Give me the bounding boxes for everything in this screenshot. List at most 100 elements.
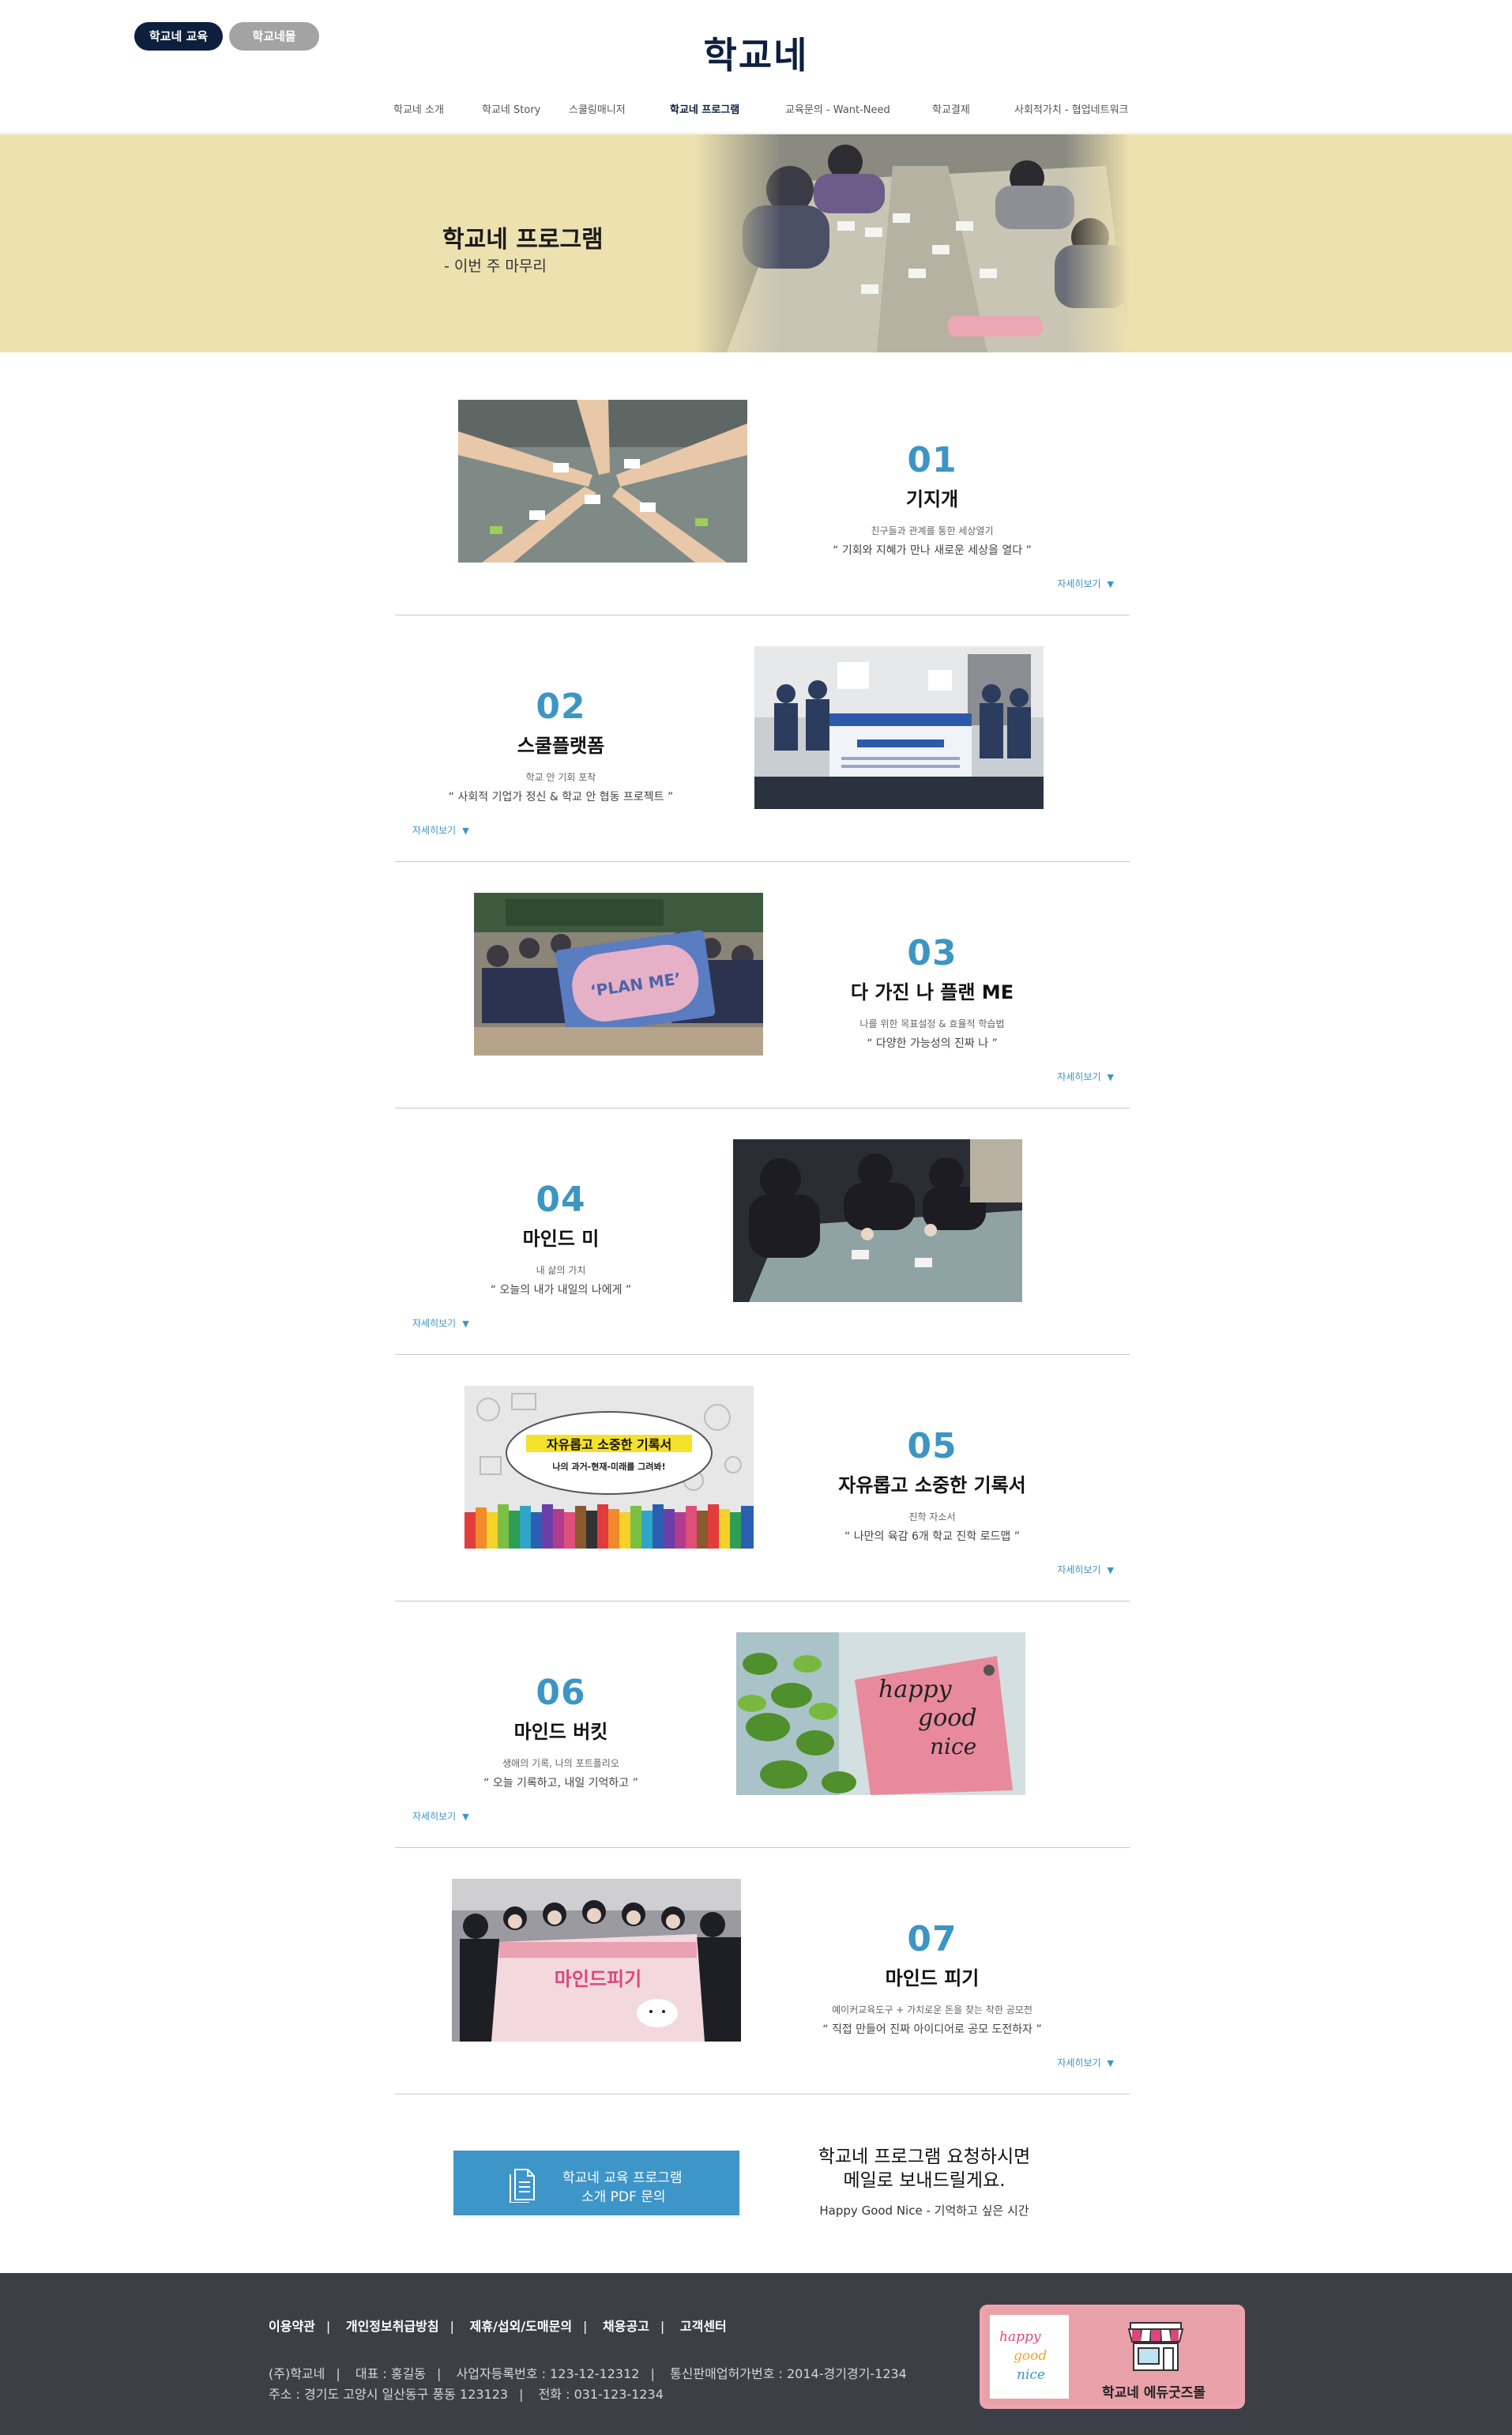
pdf-button-line1: 학교네 교육 프로그램 — [562, 2170, 683, 2186]
footer-link-partnership[interactable]: 제휴/섭외/도매문의 — [470, 2319, 572, 2334]
nav-story[interactable]: 학교네 Story — [482, 101, 540, 116]
more-link-04[interactable]: 자세히보기 ▼ — [412, 1316, 469, 1330]
program-quote: “ 기회와 지혜가 만나 새로운 세상을 열다 ” — [833, 544, 1032, 557]
footer-separator: | — [325, 2319, 331, 2334]
program-name: 다 가진 나 플랜 ME — [850, 981, 1014, 1003]
record-book-title: 자유롭고 소중한 기록서 — [547, 1437, 671, 1452]
footer-separator: | — [583, 2319, 588, 2334]
more-link-label: 자세히보기 — [1057, 2057, 1101, 2068]
program-desc: 나를 위한 목표설정 & 효율적 학습법 — [859, 1018, 1005, 1029]
cta-line2: 메일로 보내드릴게요. — [843, 2170, 1006, 2191]
company-ceo: 대표 : 홍길동 — [355, 2366, 427, 2381]
main-nav: 학교네 소개 학교네 Story 스쿨링매니저 학교네 프로그램 교육문의 - … — [0, 101, 1512, 117]
program-desc: 생애의 기록, 나의 포트폴리오 — [502, 1758, 619, 1769]
logo-word-nice: nice — [1017, 2367, 1045, 2383]
program-info-06: 06 마인드 버킷 생애의 기록, 나의 포트폴리오 “ 오늘 기록하고, 내일… — [395, 1673, 727, 1790]
program-number: 05 — [907, 1426, 957, 1466]
more-link-label: 자세히보기 — [412, 825, 457, 836]
more-link-03[interactable]: 자세히보기 ▼ — [1057, 1070, 1114, 1083]
more-link-07[interactable]: 자세히보기 ▼ — [1057, 2056, 1114, 2069]
nav-schooling-manager[interactable]: 스쿨링매니저 — [569, 101, 626, 116]
triangle-down-icon: ▼ — [1107, 1565, 1114, 1575]
edu-goods-mall-banner[interactable]: happy good nice 학교네 에듀굿즈몰 — [980, 2305, 1245, 2409]
footer-separator: | — [437, 2366, 442, 2381]
program-card-03: ‘PLAN ME’ 03 다 가진 나 플랜 ME 나를 위한 목표설정 & 효… — [395, 861, 1130, 1108]
program-number: 06 — [536, 1673, 586, 1713]
more-link-01[interactable]: 자세히보기 ▼ — [1057, 577, 1114, 590]
nav-payment[interactable]: 학교결제 — [932, 101, 970, 116]
company-phone: 전화 : 031-123-1234 — [538, 2387, 664, 2402]
program-card-06: happy good nice 06 마인드 버킷 생애의 기록, 나의 포트폴… — [395, 1601, 1130, 1848]
footer-link-terms[interactable]: 이용약관 — [269, 2319, 315, 2334]
site-logo[interactable]: 학교네 — [0, 27, 1512, 79]
program-quote: “ 사회적 기업가 정신 & 학교 안 협동 프로젝트 ” — [448, 791, 674, 804]
program-info-01: 01 기지개 친구들과 관계를 통한 세상열기 “ 기회와 지혜가 만나 새로운… — [766, 441, 1098, 558]
more-link-02[interactable]: 자세히보기 ▼ — [412, 823, 469, 837]
company-sales-license: 통신판매업허가번호 : 2014-경기경기-1234 — [669, 2366, 907, 2381]
program-info-05: 05 자유롭고 소중한 기록서 진학 자소서 “ 나만의 육감 6개 학교 진학… — [766, 1427, 1098, 1544]
triangle-down-icon: ▼ — [462, 1319, 469, 1329]
cta-line1: 학교네 프로그램 요청하시면 — [818, 2147, 1031, 2167]
more-link-label: 자세히보기 — [1057, 1071, 1101, 1082]
program-desc: 진학 자소서 — [908, 1511, 956, 1522]
hero-banner: 학교네 프로그램 - 이번 주 마무리 — [0, 134, 1512, 352]
footer-link-careers[interactable]: 채용공고 — [603, 2319, 649, 2334]
nav-about[interactable]: 학교네 소개 — [393, 101, 444, 116]
company-info-line1: (주)학교네 | 대표 : 홍길동 | 사업자등록번호 : 123-12-12312… — [269, 2363, 907, 2382]
page-subtitle: - 이번 주 마무리 — [444, 258, 547, 275]
program-quote: “ 직접 만들어 진짜 아이디어로 공모 도전하자 ” — [822, 2023, 1042, 2036]
program-number: 02 — [536, 687, 586, 727]
nav-social-value[interactable]: 사회적가치 - 협업네트워크 — [1014, 101, 1129, 116]
page-title: 학교네 프로그램 — [442, 226, 604, 254]
program-card-01: 01 기지개 친구들과 관계를 통한 세상열기 “ 기회와 지혜가 만나 새로운… — [395, 368, 1130, 615]
program-photo-05[interactable]: 자유롭고 소중한 기록서 나의 과거-현재-미래를 그려봐! — [465, 1386, 754, 1549]
program-quote: “ 다양한 가능성의 진짜 나 ” — [867, 1037, 998, 1050]
program-card-05: 자유롭고 소중한 기록서 나의 과거-현재-미래를 그려봐! 05 자유롭고 소… — [395, 1354, 1130, 1601]
program-quote: “ 오늘 기록하고, 내일 기억하고 ” — [483, 1777, 638, 1790]
mind-bucket-word-nice: nice — [930, 1733, 976, 1759]
site-footer: 이용약관 | 개인정보취급방침 | 제휴/섭외/도매문의 | 채용공고 | 고객센터 (… — [0, 2273, 1512, 2435]
program-name: 마인드 미 — [522, 1228, 600, 1250]
triangle-down-icon: ▼ — [1107, 2058, 1114, 2068]
program-info-07: 07 마인드 피기 예이커교육도구 + 가치로운 돈을 찾는 착한 공모전 “ … — [766, 1920, 1098, 2037]
program-number: 03 — [907, 933, 957, 973]
nav-inquiry[interactable]: 교육문의 - Want-Need — [785, 101, 890, 116]
more-link-label: 자세히보기 — [412, 1811, 457, 1822]
logo-word-good: good — [1014, 2348, 1047, 2364]
program-photo-06[interactable]: happy good nice — [736, 1632, 1025, 1795]
hero-photo — [695, 134, 1130, 352]
program-card-04: 04 마인드 미 내 삶의 가치 “ 오늘의 내가 내일의 나에게 ” 자세히보… — [395, 1108, 1130, 1355]
program-photo-02[interactable] — [754, 646, 1044, 809]
mind-bucket-word-good: good — [918, 1704, 977, 1732]
footer-links: 이용약관 | 개인정보취급방침 | 제휴/섭외/도매문의 | 채용공고 | 고객센터 — [269, 2316, 727, 2335]
footer-separator: | — [519, 2387, 524, 2402]
program-number: 04 — [536, 1180, 586, 1220]
program-name: 자유롭고 소중한 기록서 — [838, 1474, 1026, 1496]
footer-separator: | — [449, 2319, 455, 2334]
company-address: 주소 : 경기도 고양시 일산동구 풍동 123123 — [269, 2387, 509, 2402]
program-desc: 예이커교육도구 + 가치로운 돈을 찾는 착한 공모전 — [832, 2004, 1032, 2015]
footer-link-support[interactable]: 고객센터 — [680, 2319, 727, 2334]
program-desc: 학교 안 기회 포착 — [525, 772, 596, 783]
triangle-down-icon: ▼ — [462, 1812, 469, 1822]
footer-link-privacy[interactable]: 개인정보취급방침 — [346, 2319, 439, 2334]
program-quote: “ 나만의 육감 6개 학교 진학 로드맵 ” — [844, 1530, 1020, 1543]
pdf-button-line2: 소개 PDF 문의 — [581, 2189, 666, 2205]
program-photo-01[interactable] — [458, 400, 747, 563]
program-name: 스쿨플랫폼 — [517, 735, 605, 757]
document-icon — [507, 2166, 539, 2206]
triangle-down-icon: ▼ — [1107, 579, 1114, 589]
more-link-label: 자세히보기 — [412, 1318, 457, 1329]
storefront-icon — [1124, 2320, 1187, 2378]
more-link-06[interactable]: 자세히보기 ▼ — [412, 1809, 469, 1823]
company-name: (주)학교네 — [269, 2366, 325, 2381]
mind-piggy-banner-text: 마인드피기 — [555, 1968, 641, 1990]
program-photo-04[interactable] — [733, 1139, 1022, 1302]
happy-good-nice-logo: happy good nice — [990, 2315, 1069, 2399]
program-photo-07[interactable]: 마인드피기 — [452, 1879, 741, 2042]
more-link-05[interactable]: 자세히보기 ▼ — [1057, 1563, 1114, 1576]
program-card-02: 02 스쿨플랫폼 학교 안 기회 포착 “ 사회적 기업가 정신 & 학교 안 … — [395, 615, 1130, 862]
nav-programs[interactable]: 학교네 프로그램 — [670, 101, 739, 116]
program-photo-03[interactable]: ‘PLAN ME’ — [474, 893, 763, 1056]
pdf-request-button[interactable]: 학교네 교육 프로그램 소개 PDF 문의 — [453, 2151, 739, 2215]
